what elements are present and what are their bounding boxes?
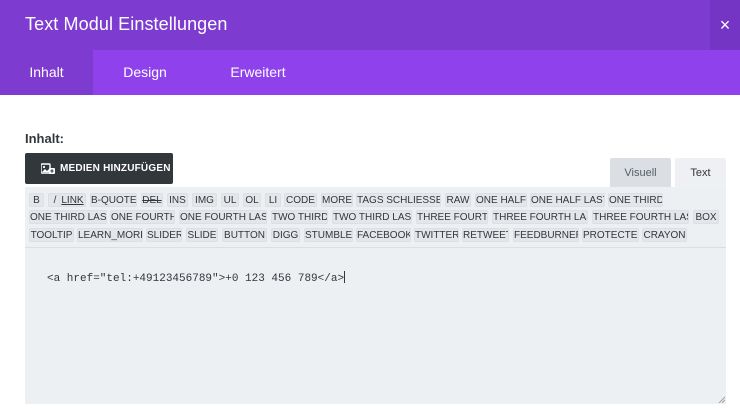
quicktag-raw[interactable]: RAW bbox=[445, 193, 471, 207]
quicktag-stumble[interactable]: STUMBLE bbox=[304, 228, 353, 242]
quicktag-three-fourth-last[interactable]: THREE FOURTH LAST bbox=[492, 210, 588, 224]
text-editor: B / LINK B-QUOTE DEL INS IMG UL OL LI CO… bbox=[25, 187, 726, 404]
content-label: Inhalt: bbox=[25, 131, 64, 146]
quicktag-bold[interactable]: B bbox=[29, 193, 44, 207]
quicktag-crayon[interactable]: CRAYON bbox=[642, 228, 687, 242]
editor-tab-visual[interactable]: Visuell bbox=[610, 158, 671, 188]
quicktag-ul[interactable]: UL bbox=[221, 193, 239, 207]
quicktag-one-third[interactable]: ONE THIRD bbox=[608, 193, 663, 207]
add-media-button[interactable]: MEDIEN HINZUFÜGEN bbox=[25, 153, 173, 184]
quicktag-one-fourth[interactable]: ONE FOURTH bbox=[110, 210, 175, 224]
quicktag-feedburner[interactable]: FEEDBURNER bbox=[513, 228, 579, 242]
modal-header: Text Modul Einstellungen × bbox=[0, 0, 740, 50]
tab-inhalt[interactable]: Inhalt bbox=[0, 50, 93, 95]
quicktag-code[interactable]: CODE bbox=[284, 193, 317, 207]
quicktag-li[interactable]: LI bbox=[265, 193, 281, 207]
quicktag-digg[interactable]: DIGG bbox=[271, 228, 300, 242]
quicktag-box[interactable]: BOX bbox=[693, 210, 719, 224]
quicktag-tooltip[interactable]: TOOLTIP bbox=[29, 228, 74, 242]
close-button[interactable]: × bbox=[710, 0, 740, 50]
quicktags-toolbar: B / LINK B-QUOTE DEL INS IMG UL OL LI CO… bbox=[25, 187, 726, 248]
quicktag-two-third[interactable]: TWO THIRD bbox=[271, 210, 328, 224]
quicktag-slider[interactable]: SLIDER bbox=[146, 228, 182, 242]
quicktag-more[interactable]: MORE bbox=[321, 193, 353, 207]
resize-handle-icon[interactable] bbox=[718, 396, 725, 403]
quicktag-one-half-last[interactable]: ONE HALF LAST bbox=[530, 193, 605, 207]
quicktag-img[interactable]: IMG bbox=[192, 193, 217, 207]
quicktag-ins[interactable]: INS bbox=[167, 193, 188, 207]
modal-title: Text Modul Einstellungen bbox=[25, 14, 228, 34]
quicktag-learn-more[interactable]: LEARN_MORE bbox=[77, 228, 143, 242]
quicktag-three-fourth[interactable]: THREE FOURTH bbox=[416, 210, 488, 224]
quicktag-three-fourth-last-2[interactable]: THREE FOURTH LAST bbox=[592, 210, 689, 224]
tab-erweitert[interactable]: Erweitert bbox=[197, 50, 319, 95]
quicktag-facebook[interactable]: FACEBOOK bbox=[356, 228, 411, 242]
quicktag-link[interactable]: LINK bbox=[59, 193, 86, 207]
quicktag-retweet[interactable]: RETWEET bbox=[462, 228, 509, 242]
html-code-textarea[interactable]: <a href="tel:+49123456789">+0 123 456 78… bbox=[25, 249, 726, 404]
quicktag-slide[interactable]: SLIDE bbox=[186, 228, 218, 242]
text-cursor bbox=[344, 271, 346, 283]
quicktag-button[interactable]: BUTTON bbox=[222, 228, 267, 242]
quicktag-protected[interactable]: PROTECTED bbox=[582, 228, 639, 242]
quicktag-close-tags[interactable]: TAGS SCHLIESSEN bbox=[356, 193, 441, 207]
tab-bar: Inhalt Design Erweitert bbox=[0, 50, 740, 95]
quicktag-two-third-last[interactable]: TWO THIRD LAST bbox=[332, 210, 412, 224]
add-media-label: MEDIEN HINZUFÜGEN bbox=[60, 163, 171, 174]
quicktag-b-quote[interactable]: B-QUOTE bbox=[90, 193, 137, 207]
quicktag-one-half[interactable]: ONE HALF bbox=[475, 193, 527, 207]
quicktag-ol[interactable]: OL bbox=[243, 193, 261, 207]
code-content: <a href="tel:+49123456789">+0 123 456 78… bbox=[47, 273, 345, 285]
media-add-icon bbox=[41, 162, 55, 175]
editor-tab-text[interactable]: Text bbox=[675, 158, 726, 188]
quicktag-twitter[interactable]: TWITTER bbox=[414, 228, 459, 242]
quicktag-del[interactable]: DEL bbox=[141, 193, 163, 207]
close-icon: × bbox=[719, 15, 731, 35]
quicktag-one-fourth-last[interactable]: ONE FOURTH LAST bbox=[179, 210, 267, 224]
tab-design[interactable]: Design bbox=[93, 50, 197, 95]
quicktag-one-third-last[interactable]: ONE THIRD LAST bbox=[29, 210, 107, 224]
